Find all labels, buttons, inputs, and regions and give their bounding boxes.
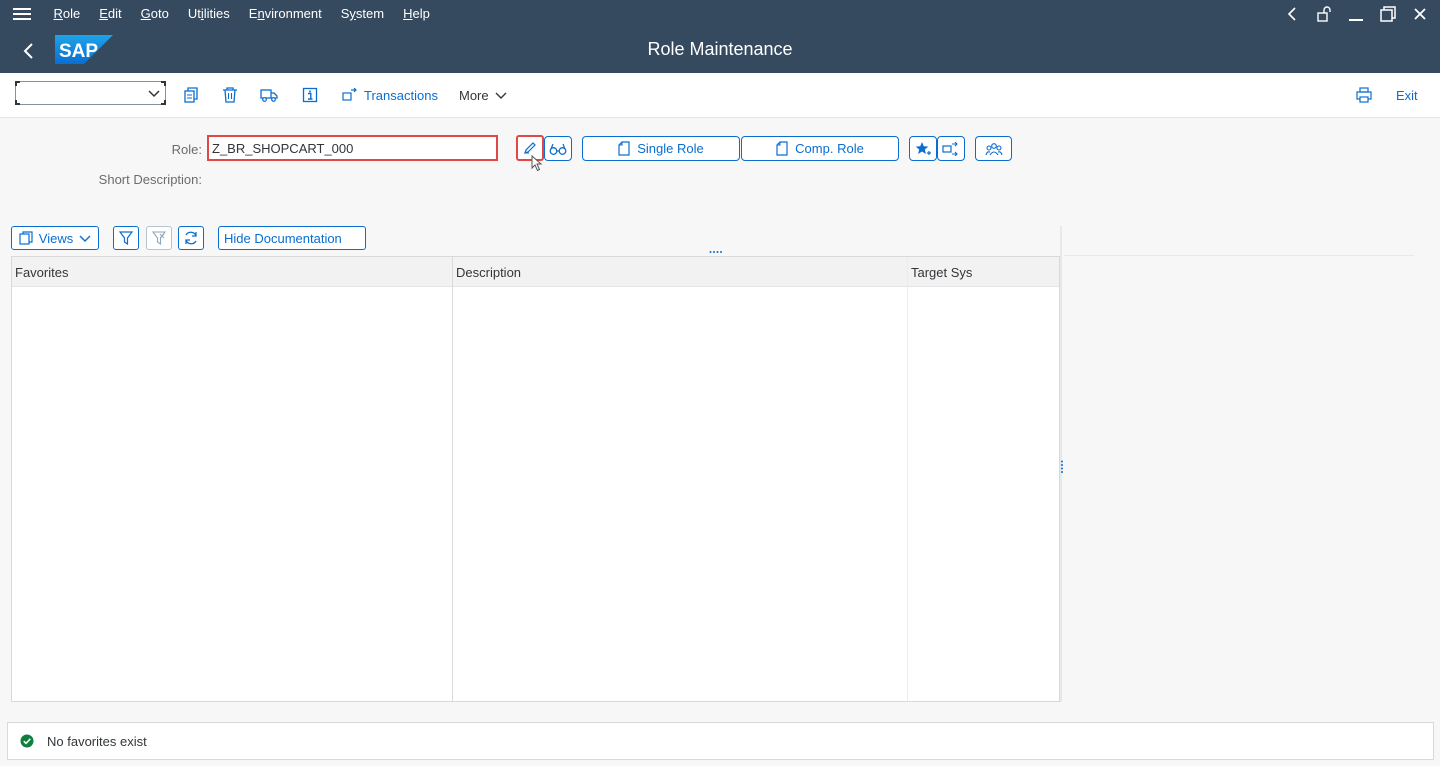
chevron-down-icon (495, 92, 507, 99)
group-icon (984, 142, 1003, 155)
application-toolbar (0, 73, 1440, 118)
status-message: No favorites exist (47, 733, 147, 749)
collapse-left-icon[interactable] (1282, 4, 1302, 24)
mouse-cursor-icon (531, 155, 543, 172)
star-add-icon (915, 141, 931, 155)
menu-help[interactable]: Help (394, 6, 440, 21)
menu-role[interactable]: Role (44, 6, 90, 21)
transaction-icon (342, 88, 357, 101)
column-divider (907, 257, 908, 701)
clear-filter-icon (152, 231, 166, 245)
column-header-favorites[interactable]: Favorites (12, 257, 68, 287)
restore-icon[interactable] (1378, 4, 1398, 24)
menu-edit[interactable]: Edit (90, 6, 131, 21)
views-dropdown[interactable]: Views (11, 226, 99, 250)
role-input[interactable]: Z_BR_SHOPCART_000 (207, 135, 498, 161)
transactions-button[interactable]: Transactions (342, 86, 438, 104)
print-icon[interactable] (1355, 86, 1373, 104)
clear-filter-button[interactable] (146, 226, 172, 250)
transactions-label: Transactions (364, 87, 438, 103)
hide-documentation-label: Hide Documentation (224, 230, 342, 246)
user-group-button[interactable] (975, 136, 1012, 161)
menu-environment[interactable]: Environment (239, 6, 331, 21)
column-header-description[interactable]: Description (453, 257, 521, 287)
transfer-icon (942, 141, 958, 156)
more-label: More (459, 87, 489, 103)
short-description-label: Short Description: (98, 172, 202, 187)
window-controls (1282, 0, 1430, 27)
filter-icon (119, 231, 133, 245)
focus-corner (15, 81, 20, 86)
vertical-splitter-grip[interactable] (1060, 460, 1064, 474)
information-icon[interactable] (301, 86, 319, 104)
add-favorite-button[interactable] (909, 136, 937, 161)
command-field[interactable] (15, 81, 166, 105)
chevron-down-icon[interactable] (147, 86, 161, 103)
hamburger-menu-icon[interactable] (0, 0, 44, 27)
focus-corner (161, 81, 166, 86)
favorites-table: Favorites Description Target Sys (11, 256, 1060, 702)
transport-truck-icon[interactable] (260, 86, 278, 104)
document-icon (618, 141, 630, 156)
table-header (12, 257, 1059, 287)
chevron-down-icon (79, 235, 91, 242)
hide-documentation-button[interactable]: Hide Documentation (218, 226, 366, 250)
filter-button[interactable] (113, 226, 139, 250)
unlock-icon[interactable] (1314, 4, 1334, 24)
focus-corner (15, 100, 20, 105)
horizontal-splitter-grip[interactable] (709, 250, 723, 254)
single-role-button[interactable]: Single Role (582, 136, 740, 161)
document-icon (776, 141, 788, 156)
refresh-icon (185, 231, 197, 245)
column-divider (452, 257, 453, 701)
pencil-icon (524, 142, 536, 154)
menu-bar: Role Edit Goto Utilities Environment Sys… (0, 0, 1440, 27)
display-button[interactable] (544, 136, 572, 161)
role-label: Role: (171, 142, 202, 157)
comp-role-label: Comp. Role (795, 141, 864, 156)
menu-system[interactable]: System (331, 6, 393, 21)
views-label: Views (38, 230, 74, 246)
glasses-icon (549, 143, 567, 155)
views-icon (19, 231, 33, 245)
column-header-target-sys[interactable]: Target Sys (908, 257, 972, 287)
single-role-label: Single Role (637, 141, 704, 156)
documentation-panel-divider (1064, 255, 1414, 256)
exit-button[interactable]: Exit (1396, 86, 1418, 104)
menu-goto[interactable]: Goto (131, 6, 178, 21)
copy-icon[interactable] (182, 86, 200, 104)
role-input-value: Z_BR_SHOPCART_000 (212, 140, 354, 156)
menu-utilities[interactable]: Utilities (178, 6, 239, 21)
minimize-icon[interactable] (1346, 4, 1366, 24)
success-check-icon (20, 734, 34, 748)
refresh-button[interactable] (178, 226, 204, 250)
comp-role-button[interactable]: Comp. Role (741, 136, 899, 161)
status-bar: No favorites exist (7, 722, 1434, 760)
more-menu-button[interactable]: More (459, 86, 507, 104)
menu-items: Role Edit Goto Utilities Environment Sys… (44, 6, 439, 21)
focus-corner (161, 100, 166, 105)
delete-icon[interactable] (221, 86, 239, 104)
shell-header: SAP Role Maintenance (0, 27, 1440, 73)
move-favorite-button[interactable] (937, 136, 965, 161)
close-icon[interactable] (1410, 4, 1430, 24)
page-title: Role Maintenance (647, 39, 793, 59)
